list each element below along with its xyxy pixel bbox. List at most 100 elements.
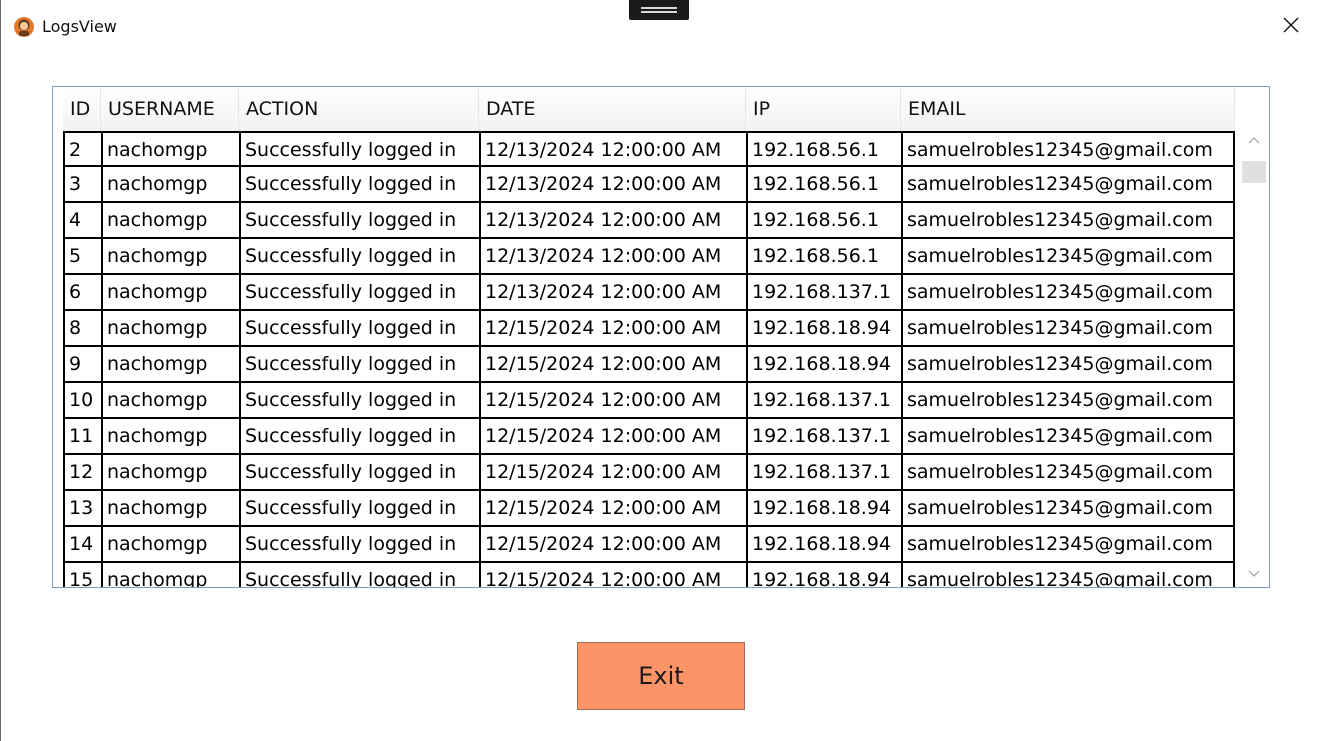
column-header-email[interactable]: EMAIL — [901, 88, 1235, 131]
cell-action[interactable]: Successfully logged in — [239, 167, 479, 203]
column-header-ip[interactable]: IP — [746, 88, 901, 131]
cell-id[interactable]: 8 — [63, 311, 101, 347]
cell-email[interactable]: samuelrobles12345@gmail.com — [901, 275, 1235, 311]
cell-id[interactable]: 15 — [63, 563, 101, 587]
table-row[interactable]: 4 nachomgp Successfully logged in 12/13/202… — [63, 203, 1235, 239]
cell-email[interactable]: samuelrobles12345@gmail.com — [901, 455, 1235, 491]
title-bar[interactable]: LogsView — [1, 0, 1317, 56]
cell-email[interactable]: samuelrobles12345@gmail.com — [901, 419, 1235, 455]
cell-id[interactable]: 13 — [63, 491, 101, 527]
table-row[interactable]: 10 nachomgp Successfully logged in 12/15/20… — [63, 383, 1235, 419]
cell-action[interactable]: Successfully logged in — [239, 239, 479, 275]
cell-action[interactable]: Successfully logged in — [239, 383, 479, 419]
column-header-id[interactable]: ID — [63, 88, 101, 131]
cell-id[interactable]: 6 — [63, 275, 101, 311]
table-row[interactable]: 3 nachomgp Successfully logged in 12/13/202… — [63, 167, 1235, 203]
cell-email[interactable]: samuelrobles12345@gmail.com — [901, 131, 1235, 167]
table-row[interactable]: 6 nachomgp Successfully logged in 12/13/202… — [63, 275, 1235, 311]
cell-username[interactable]: nachomgp — [101, 527, 239, 563]
cell-ip[interactable]: 192.168.137.1 — [746, 419, 901, 455]
cell-date[interactable]: 12/15/2024 12:00:00 AM — [479, 527, 746, 563]
logs-data-grid[interactable]: ID USERNAME ACTION DATE IP EMAIL 2 nachom… — [52, 86, 1270, 588]
cell-ip[interactable]: 192.168.56.1 — [746, 203, 901, 239]
cell-date[interactable]: 12/15/2024 12:00:00 AM — [479, 347, 746, 383]
cell-id[interactable]: 5 — [63, 239, 101, 275]
table-row[interactable]: 14 nachomgp Successfully logged in 12/15/20… — [63, 527, 1235, 563]
cell-id[interactable]: 11 — [63, 419, 101, 455]
cell-id[interactable]: 12 — [63, 455, 101, 491]
cell-username[interactable]: nachomgp — [101, 275, 239, 311]
cell-ip[interactable]: 192.168.137.1 — [746, 275, 901, 311]
cell-username[interactable]: nachomgp — [101, 131, 239, 167]
cell-ip[interactable]: 192.168.18.94 — [746, 527, 901, 563]
table-row[interactable]: 5 nachomgp Successfully logged in 12/13/202… — [63, 239, 1235, 275]
window-drag-handle[interactable] — [629, 0, 689, 20]
chevron-up-icon[interactable] — [1247, 133, 1261, 147]
cell-ip[interactable]: 192.168.18.94 — [746, 347, 901, 383]
cell-id[interactable]: 4 — [63, 203, 101, 239]
cell-username[interactable]: nachomgp — [101, 419, 239, 455]
cell-ip[interactable]: 192.168.18.94 — [746, 491, 901, 527]
table-row[interactable]: 12 nachomgp Successfully logged in 12/15/20… — [63, 455, 1235, 491]
cell-email[interactable]: samuelrobles12345@gmail.com — [901, 347, 1235, 383]
cell-date[interactable]: 12/13/2024 12:00:00 AM — [479, 203, 746, 239]
close-button[interactable] — [1271, 10, 1311, 44]
cell-date[interactable]: 12/15/2024 12:00:00 AM — [479, 563, 746, 587]
cell-ip[interactable]: 192.168.56.1 — [746, 131, 901, 167]
cell-email[interactable]: samuelrobles12345@gmail.com — [901, 383, 1235, 419]
cell-username[interactable]: nachomgp — [101, 563, 239, 587]
table-row[interactable]: 15 nachomgp Successfully logged in 12/15/20… — [63, 563, 1235, 587]
column-header-username[interactable]: USERNAME — [101, 88, 239, 131]
cell-action[interactable]: Successfully logged in — [239, 275, 479, 311]
cell-date[interactable]: 12/15/2024 12:00:00 AM — [479, 491, 746, 527]
cell-ip[interactable]: 192.168.18.94 — [746, 311, 901, 347]
cell-date[interactable]: 12/15/2024 12:00:00 AM — [479, 311, 746, 347]
cell-action[interactable]: Successfully logged in — [239, 419, 479, 455]
chevron-down-icon[interactable] — [1247, 567, 1261, 581]
cell-date[interactable]: 12/15/2024 12:00:00 AM — [479, 419, 746, 455]
cell-date[interactable]: 12/15/2024 12:00:00 AM — [479, 455, 746, 491]
cell-action[interactable]: Successfully logged in — [239, 527, 479, 563]
cell-email[interactable]: samuelrobles12345@gmail.com — [901, 311, 1235, 347]
cell-action[interactable]: Successfully logged in — [239, 563, 479, 587]
table-row[interactable]: 11 nachomgp Successfully logged in 12/15/20… — [63, 419, 1235, 455]
cell-date[interactable]: 12/13/2024 12:00:00 AM — [479, 167, 746, 203]
cell-username[interactable]: nachomgp — [101, 167, 239, 203]
cell-id[interactable]: 2 — [63, 131, 101, 167]
cell-ip[interactable]: 192.168.56.1 — [746, 239, 901, 275]
cell-action[interactable]: Successfully logged in — [239, 311, 479, 347]
cell-date[interactable]: 12/13/2024 12:00:00 AM — [479, 239, 746, 275]
column-header-date[interactable]: DATE — [479, 88, 746, 131]
cell-id[interactable]: 3 — [63, 167, 101, 203]
table-row[interactable]: 13 nachomgp Successfully logged in 12/15/20… — [63, 491, 1235, 527]
cell-username[interactable]: nachomgp — [101, 311, 239, 347]
cell-ip[interactable]: 192.168.18.94 — [746, 563, 901, 587]
cell-date[interactable]: 12/13/2024 12:00:00 AM — [479, 131, 746, 167]
cell-email[interactable]: samuelrobles12345@gmail.com — [901, 167, 1235, 203]
cell-username[interactable]: nachomgp — [101, 347, 239, 383]
exit-button[interactable]: Exit — [577, 642, 745, 710]
cell-action[interactable]: Successfully logged in — [239, 455, 479, 491]
scrollbar-thumb[interactable] — [1242, 161, 1266, 183]
cell-date[interactable]: 12/15/2024 12:00:00 AM — [479, 383, 746, 419]
cell-id[interactable]: 14 — [63, 527, 101, 563]
cell-action[interactable]: Successfully logged in — [239, 491, 479, 527]
cell-email[interactable]: samuelrobles12345@gmail.com — [901, 203, 1235, 239]
table-row[interactable]: 9 nachomgp Successfully logged in 12/15/202… — [63, 347, 1235, 383]
cell-id[interactable]: 10 — [63, 383, 101, 419]
cell-username[interactable]: nachomgp — [101, 203, 239, 239]
cell-action[interactable]: Successfully logged in — [239, 131, 479, 167]
cell-username[interactable]: nachomgp — [101, 239, 239, 275]
cell-username[interactable]: nachomgp — [101, 491, 239, 527]
column-header-action[interactable]: ACTION — [239, 88, 479, 131]
cell-email[interactable]: samuelrobles12345@gmail.com — [901, 239, 1235, 275]
cell-ip[interactable]: 192.168.137.1 — [746, 383, 901, 419]
cell-ip[interactable]: 192.168.137.1 — [746, 455, 901, 491]
table-row[interactable]: 2 nachomgp Successfully logged in 12/13/202… — [63, 131, 1235, 167]
cell-username[interactable]: nachomgp — [101, 383, 239, 419]
cell-ip[interactable]: 192.168.56.1 — [746, 167, 901, 203]
cell-action[interactable]: Successfully logged in — [239, 203, 479, 239]
cell-email[interactable]: samuelrobles12345@gmail.com — [901, 563, 1235, 587]
cell-email[interactable]: samuelrobles12345@gmail.com — [901, 491, 1235, 527]
cell-id[interactable]: 9 — [63, 347, 101, 383]
